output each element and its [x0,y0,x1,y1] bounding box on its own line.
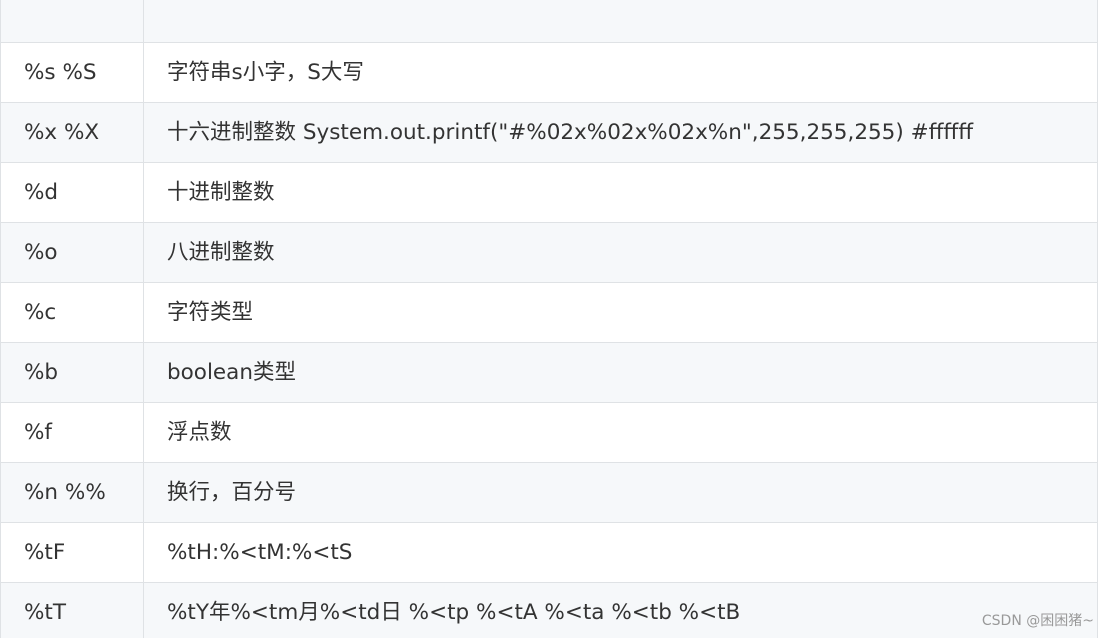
format-description-cell: 浮点数 [143,402,1098,463]
format-code-cell: %f [0,402,144,463]
header-cell [0,0,144,43]
table-row: %b boolean类型 [0,342,1098,403]
format-code-cell: %d [0,162,144,223]
format-code-cell: %b [0,342,144,403]
format-code-cell: %tT [0,582,144,638]
table-row: %f 浮点数 [0,402,1098,463]
format-description-cell: 换行，百分号 [143,462,1098,523]
format-code-cell: %s %S [0,42,144,103]
table-row: %o 八进制整数 [0,222,1098,283]
table-header-row [0,0,1098,43]
header-cell [143,0,1098,43]
format-description-cell: 十六进制整数 System.out.printf("#%02x%02x%02x%… [143,102,1098,163]
format-code-cell: %o [0,222,144,283]
format-description-cell: 八进制整数 [143,222,1098,283]
format-code-cell: %c [0,282,144,343]
format-specifier-table: %s %S 字符串s小字，S大写 %x %X 十六进制整数 System.out… [0,0,1098,638]
format-code-cell: %tF [0,522,144,583]
format-description-cell: %tH:%<tM:%<tS [143,522,1098,583]
format-description-cell: %tY年%<tm月%<td日 %<tp %<tA %<ta %<tb %<tB [143,582,1098,638]
format-description-cell: 字符串s小字，S大写 [143,42,1098,103]
format-description-cell: 字符类型 [143,282,1098,343]
table-row: %tT %tY年%<tm月%<td日 %<tp %<tA %<ta %<tb %… [0,582,1098,638]
table-row: %tF %tH:%<tM:%<tS [0,522,1098,583]
table-row: %d 十进制整数 [0,162,1098,223]
format-description-cell: 十进制整数 [143,162,1098,223]
format-code-cell: %x %X [0,102,144,163]
table-row: %x %X 十六进制整数 System.out.printf("#%02x%02… [0,102,1098,163]
table-row: %s %S 字符串s小字，S大写 [0,42,1098,103]
format-code-cell: %n %% [0,462,144,523]
table-row: %n %% 换行，百分号 [0,462,1098,523]
format-description-cell: boolean类型 [143,342,1098,403]
table-row: %c 字符类型 [0,282,1098,343]
csdn-watermark: CSDN @困困猪~ [981,613,1094,629]
